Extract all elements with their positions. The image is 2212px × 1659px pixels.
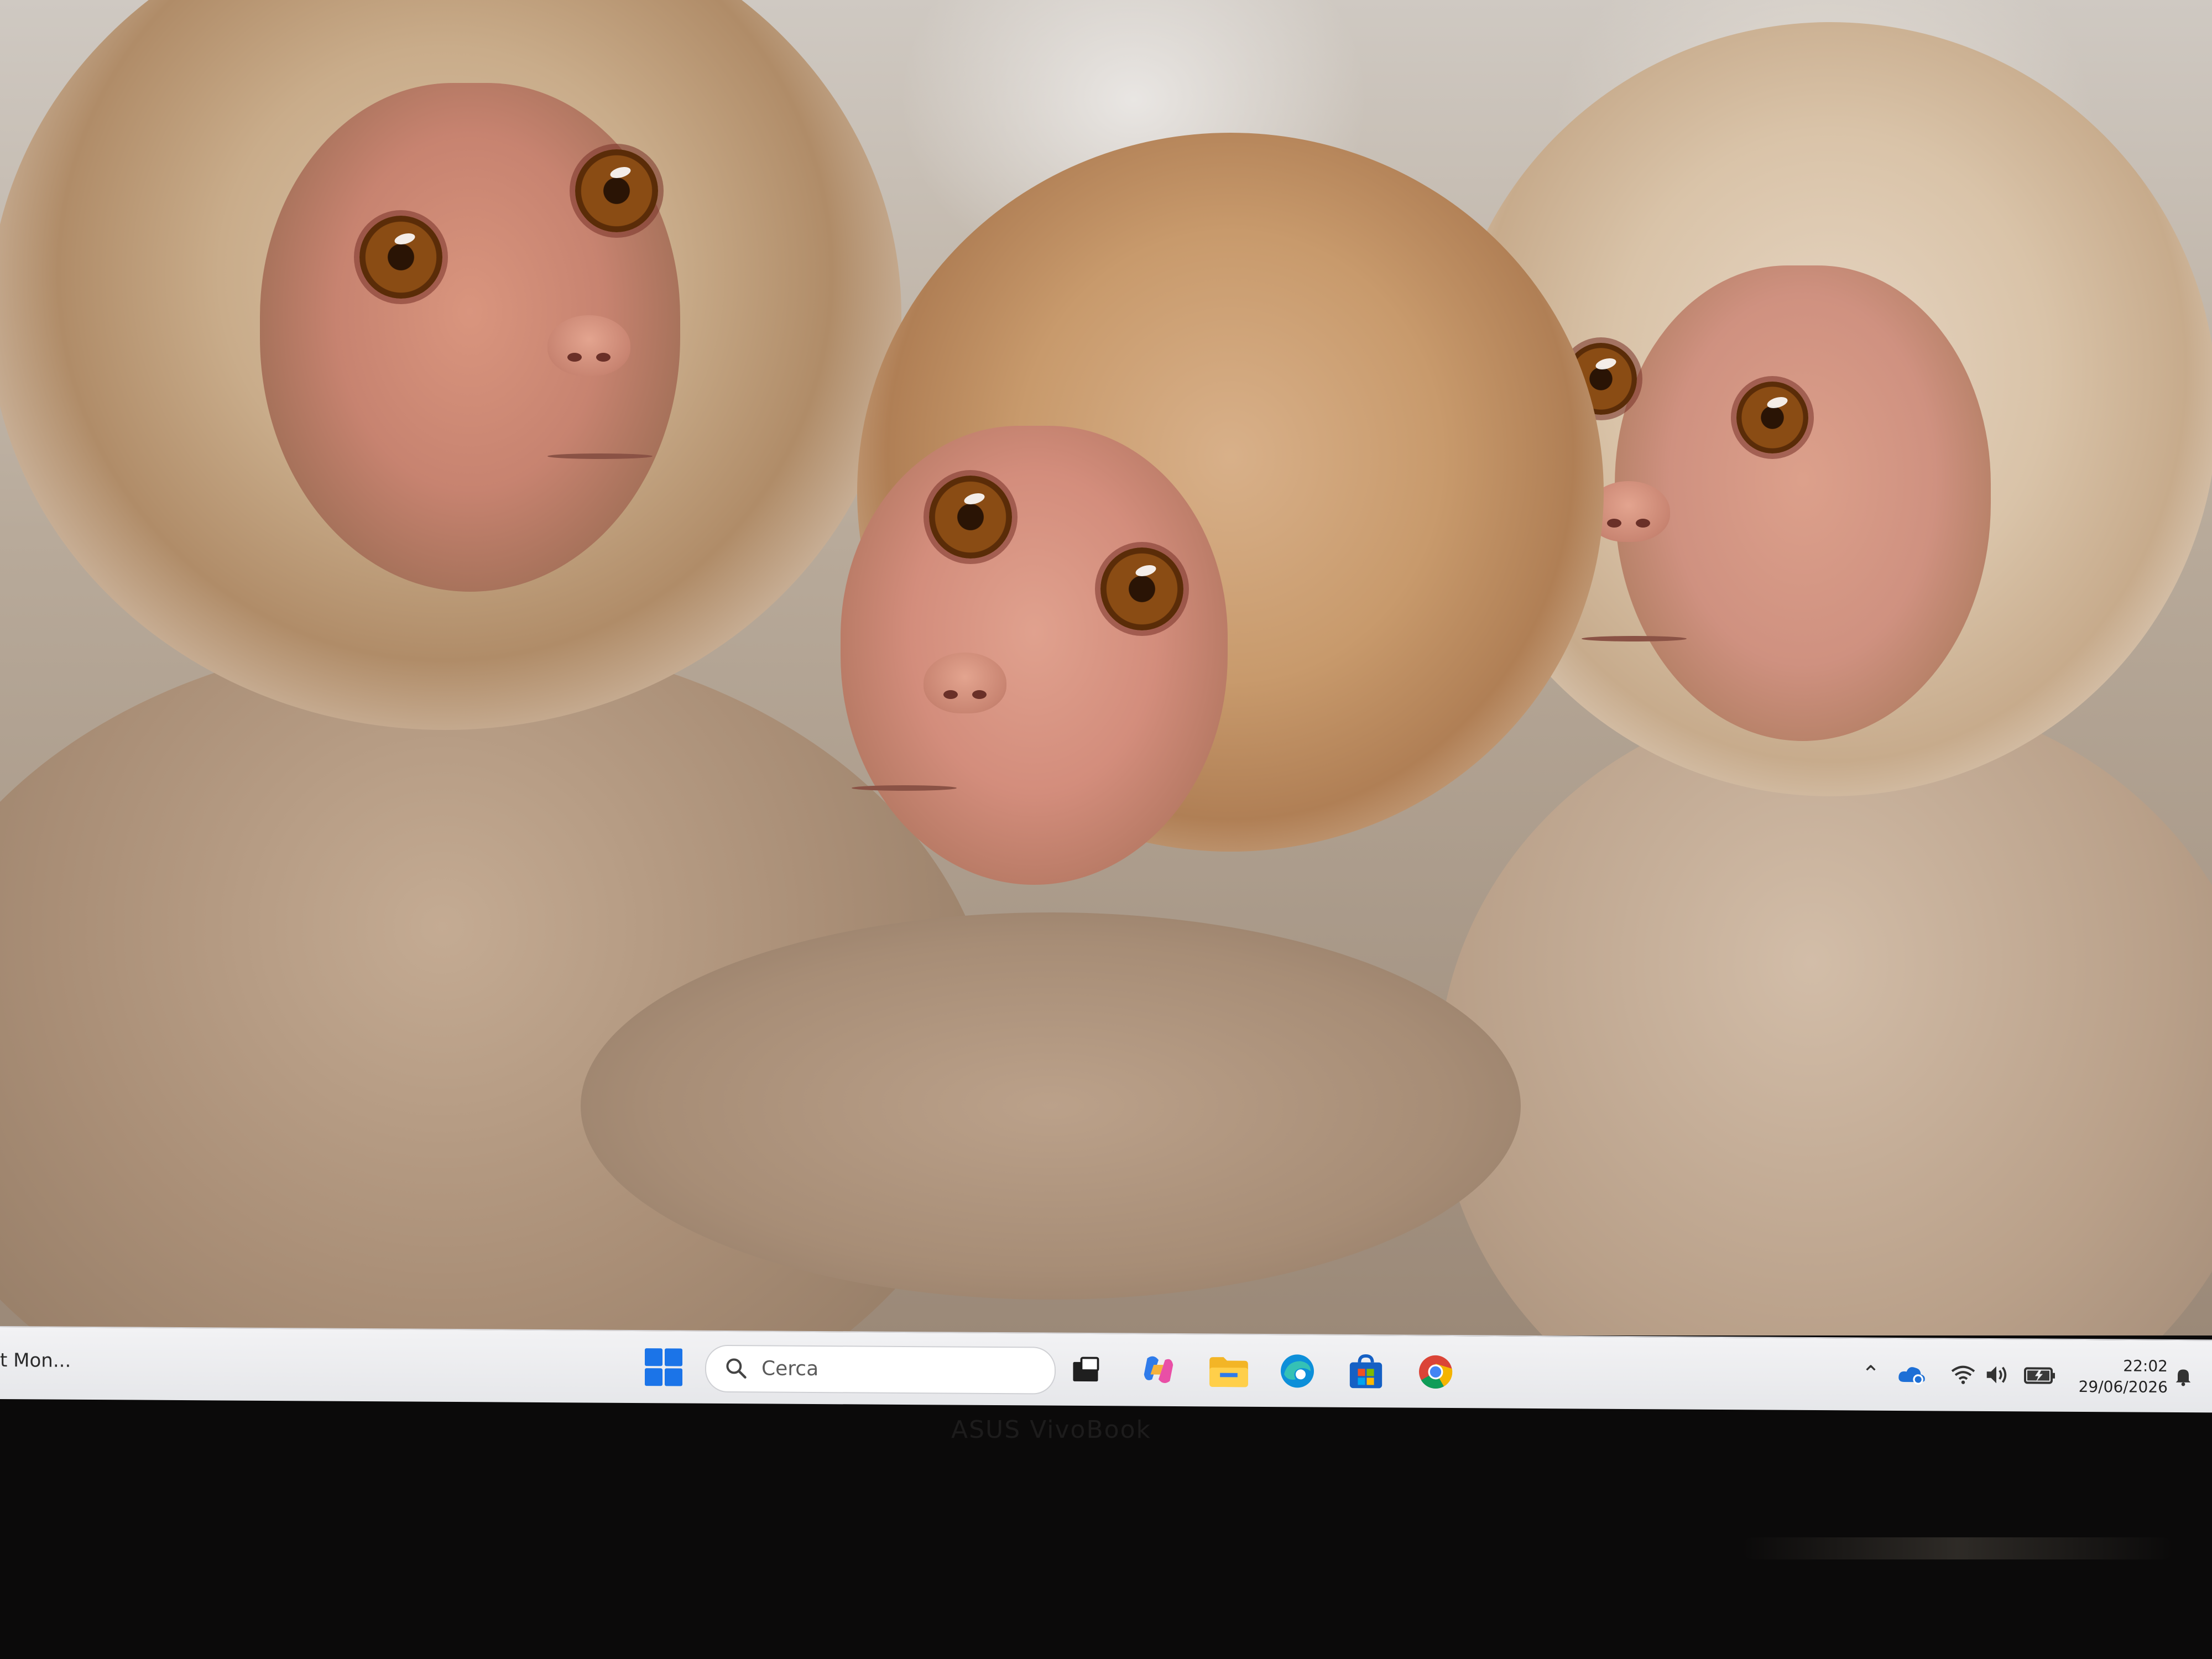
monkey-center-face (841, 426, 1228, 885)
start-button[interactable] (641, 1345, 686, 1389)
cloud-icon (1898, 1367, 1925, 1385)
monkey-center (581, 0, 1604, 1335)
copilot-icon (1144, 1356, 1173, 1383)
clock-date: 29/06/2026 (2078, 1377, 2168, 1396)
monkey-right-face (1615, 265, 1991, 741)
wifi-icon[interactable] (1947, 1358, 1980, 1391)
bell-icon (2176, 1369, 2191, 1386)
folder-icon (1209, 1357, 1248, 1387)
monkey-right-eye-right (1736, 382, 1808, 453)
monkey-center-nose (924, 653, 1006, 713)
clock[interactable]: 22:02 29/06/2026 (2063, 1350, 2168, 1404)
file-explorer-button[interactable] (1206, 1349, 1252, 1394)
notification-button[interactable] (2167, 1359, 2200, 1392)
chrome-icon (1419, 1355, 1453, 1389)
monkey-arm (581, 912, 1521, 1300)
monkey-right-mouth (1582, 636, 1687, 641)
bezel-reflection (1742, 1537, 2173, 1559)
taskbar: t Mon... Cerca ⌃ 22:02 29/06/2026 (0, 1326, 2212, 1413)
monkey-center-mouth (852, 785, 957, 791)
monkey-left-mouth (547, 453, 653, 459)
copilot-button[interactable] (1136, 1348, 1181, 1392)
show-hidden-icons-chevron-icon[interactable]: ⌃ (1855, 1358, 1886, 1389)
laptop-brand-logo: ASUS VivoBook (951, 1416, 1151, 1444)
windows-logo-icon (641, 1345, 686, 1389)
monkey-center-eye-right (1100, 547, 1183, 630)
taskview-icon (1073, 1357, 1099, 1382)
chrome-button[interactable] (1413, 1349, 1458, 1395)
edge-button[interactable] (1275, 1348, 1320, 1394)
monkey-left-nose (547, 315, 630, 376)
store-button[interactable] (1344, 1350, 1388, 1394)
battery-charging-icon[interactable] (2021, 1358, 2060, 1391)
onedrive-button[interactable] (1894, 1358, 1929, 1391)
search-placeholder: Cerca (761, 1357, 819, 1381)
volume-icon[interactable] (1980, 1358, 2013, 1391)
search-icon (726, 1358, 747, 1379)
monkey-left-eye-right (575, 149, 658, 232)
desktop-wallpaper (0, 0, 2212, 1335)
monkey-center-eye-left (929, 476, 1012, 559)
search-input[interactable]: Cerca (705, 1344, 1056, 1395)
monkey-left-eye-left (359, 216, 442, 299)
taskview-button[interactable] (1065, 1349, 1107, 1391)
clock-time: 22:02 (2123, 1357, 2168, 1375)
store-icon (1349, 1354, 1383, 1389)
edge-icon (1281, 1354, 1314, 1388)
taskbar-app-label[interactable]: t Mon... (0, 1349, 71, 1372)
